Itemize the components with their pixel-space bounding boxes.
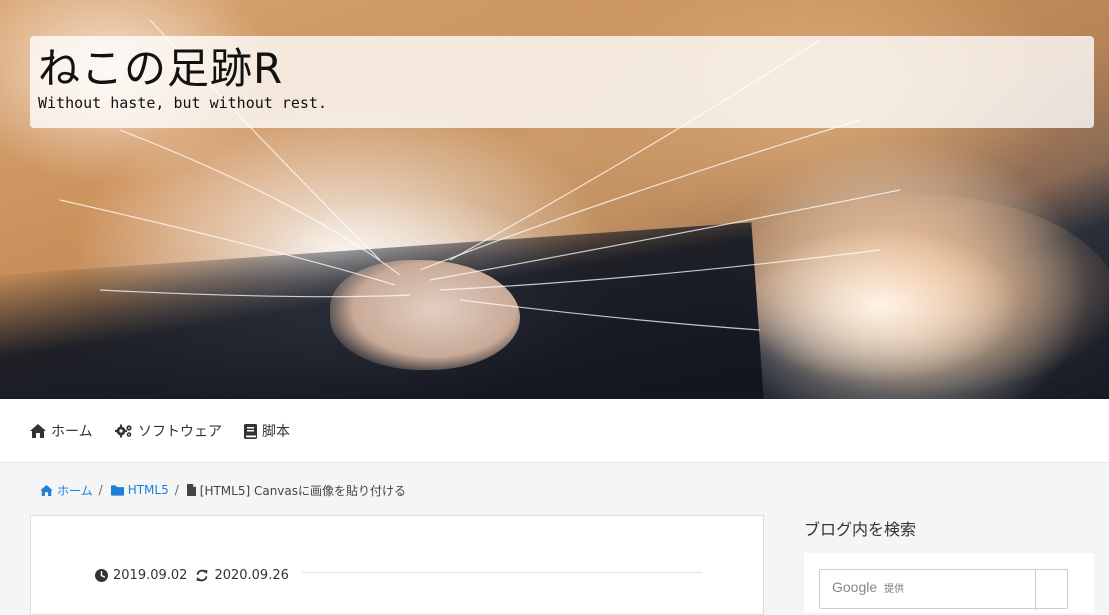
google-brand-suffix: 提供	[884, 584, 905, 595]
nav-item-label: 脚本	[262, 424, 290, 440]
breadcrumb: ホーム / HTML5 / [HTML5] Canvasに画像を貼り付ける	[40, 480, 406, 500]
google-search-branding: Google 提供	[832, 579, 904, 595]
breadcrumb-current: [HTML5] Canvasに画像を貼り付ける	[186, 482, 407, 499]
nav-item-script[interactable]: 脚本	[244, 399, 290, 463]
nav-item-home[interactable]: ホーム	[30, 399, 93, 463]
updated-date: 2020.09.26	[195, 567, 289, 583]
home-icon	[30, 424, 46, 438]
sidebar-search-heading: ブログ内を検索	[804, 520, 917, 539]
search-input[interactable]: Google 提供	[819, 569, 1068, 610]
file-icon	[186, 484, 196, 496]
breadcrumb-current-label: [HTML5] Canvasに画像を貼り付ける	[199, 483, 407, 498]
nav-item-label: ソフトウェア	[138, 424, 222, 440]
book-icon	[244, 423, 257, 439]
published-date: 2019.09.02	[95, 568, 187, 583]
header-image: ねこの足跡R Without haste, but without rest.	[0, 0, 1109, 399]
nav-item-software[interactable]: ソフトウェア	[115, 399, 222, 463]
breadcrumb-home[interactable]: ホーム	[40, 482, 93, 499]
breadcrumb-category[interactable]: HTML5	[110, 483, 169, 497]
nav-item-label: ホーム	[51, 424, 93, 440]
breadcrumb-home-label: ホーム	[57, 483, 93, 498]
folder-icon	[110, 484, 124, 496]
refresh-icon	[196, 569, 209, 581]
site-tagline: Without haste, but without rest.	[38, 94, 327, 112]
global-nav: ホーム ソフトウェア 脚本	[0, 399, 1109, 463]
breadcrumb-separator: /	[98, 483, 103, 497]
home-icon	[40, 484, 53, 496]
site-title[interactable]: ねこの足跡R	[38, 42, 283, 96]
updated-date-text: 2020.09.26	[214, 567, 289, 583]
gears-icon	[115, 424, 132, 438]
search-button-divider	[1035, 570, 1036, 610]
date-divider	[302, 572, 702, 573]
clock-icon	[95, 568, 108, 582]
published-date-text: 2019.09.02	[113, 567, 188, 583]
post-dates: 2019.09.02 2020.09.26	[95, 565, 297, 585]
google-brand: Google	[832, 579, 878, 595]
breadcrumb-category-label: HTML5	[127, 483, 169, 497]
breadcrumb-separator: /	[174, 483, 179, 497]
